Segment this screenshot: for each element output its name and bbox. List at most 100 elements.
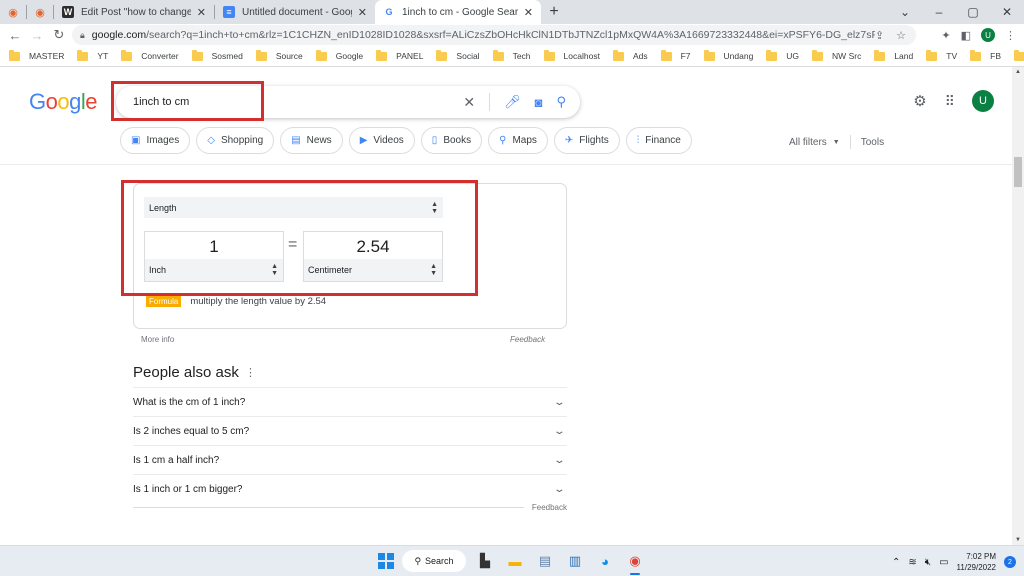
edge-browser-icon[interactable]: ◕ — [594, 550, 616, 572]
search-icon[interactable]: ⚲ — [556, 94, 566, 110]
bookmark-item[interactable]: Undang — [703, 49, 753, 61]
speaker-muted-icon[interactable]: 🔇︎ — [925, 557, 931, 568]
gear-icon[interactable]: ⚙ — [913, 92, 926, 110]
url-text[interactable]: google.com/search?q=1inch+to+cm&rlz=1C1C… — [92, 29, 875, 41]
tab-google-docs[interactable]: ≡ Untitled document - Google Doc ✕ — [215, 0, 375, 24]
chip-maps[interactable]: ⚲ Maps — [488, 127, 548, 154]
tools-button[interactable]: Tools — [861, 137, 884, 148]
bookmark-item[interactable]: Land — [874, 49, 913, 61]
bookmark-item[interactable]: Google — [315, 49, 364, 61]
extensions-puzzle-icon[interactable]: ✦ — [941, 29, 950, 42]
chip-finance[interactable]: ⫶ Finance — [625, 127, 692, 154]
more-options-icon[interactable]: ⋮ — [245, 366, 256, 379]
formula-row: Formula multiply the length value by 2.5… — [146, 296, 326, 307]
bookmark-item[interactable]: PANEL — [376, 49, 423, 61]
bookmark-label: Ads — [632, 51, 648, 61]
google-logo[interactable]: Google — [29, 89, 98, 115]
address-bar[interactable]: 🔒︎ google.com/search?q=1inch+to+cm&rlz=1… — [72, 25, 916, 45]
paa-question[interactable]: What is the cm of 1 inch? ⌄ — [133, 387, 567, 416]
chip-videos[interactable]: ▶ Videos — [348, 127, 415, 154]
taskbar-search-button[interactable]: ⚲ Search — [402, 550, 466, 572]
forward-arrow-icon[interactable]: → — [26, 28, 48, 43]
tab-edit-post[interactable]: W Edit Post "how to change margi ✕ — [54, 0, 214, 24]
all-filters-button[interactable]: All filters — [789, 137, 827, 148]
minimize-button[interactable]: – — [922, 0, 956, 24]
close-window-button[interactable]: ✕ — [990, 0, 1024, 24]
folder-icon — [492, 49, 504, 61]
clear-search-icon[interactable]: ✕ — [463, 94, 475, 111]
tab-google-search[interactable]: G 1inch to cm - Google Search ✕ — [375, 0, 541, 24]
bookmark-item[interactable]: Tech — [492, 49, 531, 61]
more-info-link[interactable]: More info — [141, 335, 174, 344]
paa-question[interactable]: Is 1 inch or 1 cm bigger? ⌄ — [133, 474, 567, 503]
bookmark-item[interactable]: Gov — [1014, 49, 1024, 61]
bookmark-item[interactable]: MASTER — [9, 49, 64, 61]
converter-feedback-link[interactable]: Feedback — [510, 335, 545, 344]
people-also-ask-list: What is the cm of 1 inch? ⌄ Is 2 inches eq… — [133, 387, 567, 503]
lens-camera-icon[interactable]: ◙ — [535, 95, 543, 110]
paa-question[interactable]: Is 1 cm a half inch? ⌄ — [133, 445, 567, 474]
paa-feedback-link[interactable]: Feedback — [532, 503, 567, 512]
clock[interactable]: 7:02 PM 11/29/2022 — [957, 551, 996, 573]
scroll-up-arrow-icon[interactable]: ▲ — [1015, 69, 1021, 75]
battery-icon[interactable]: ▭ — [939, 557, 948, 568]
header-divider — [0, 164, 1012, 165]
microphone-icon[interactable]: 🎤︎ — [504, 94, 521, 110]
page-scrollbar[interactable]: ▲ ▼ — [1012, 67, 1024, 545]
back-arrow-icon[interactable]: ← — [4, 28, 26, 43]
paa-question[interactable]: Is 2 inches equal to 5 cm? ⌄ — [133, 416, 567, 445]
folder-icon — [255, 49, 267, 61]
task-view-icon[interactable]: ▙ — [474, 550, 496, 572]
pinned-tab-2[interactable]: ◉ — [27, 0, 53, 24]
notification-badge[interactable]: 2 — [1004, 556, 1016, 568]
bookmark-item[interactable]: Sosmed — [191, 49, 243, 61]
formula-badge: Formula — [146, 296, 182, 307]
bookmark-item[interactable]: NW Src — [812, 49, 862, 61]
bookmark-item[interactable]: F7 — [660, 49, 691, 61]
new-tab-button[interactable]: + — [541, 0, 567, 24]
logo-letter: e — [85, 89, 98, 114]
show-hidden-icons-chevron-icon[interactable]: ⌃ — [892, 557, 900, 568]
close-tab-icon[interactable]: ✕ — [358, 6, 367, 19]
chip-flights[interactable]: ✈ Flights — [553, 127, 620, 154]
document-app-icon[interactable]: ▥ — [564, 550, 586, 572]
chip-label: Flights — [579, 135, 609, 146]
share-icon[interactable]: ⇪ — [875, 29, 884, 42]
profile-avatar[interactable]: U — [981, 28, 995, 42]
notepad-icon[interactable]: ▤ — [534, 550, 556, 572]
wifi-icon[interactable]: ≋ — [908, 557, 916, 568]
bookmark-item[interactable]: Localhost — [543, 49, 600, 61]
apps-grid-icon[interactable]: ⠿ — [945, 93, 955, 110]
bookmark-item[interactable]: UG — [766, 49, 799, 61]
file-explorer-icon[interactable]: ▬ — [504, 550, 526, 572]
reload-icon[interactable]: ↻ — [48, 27, 70, 43]
scrollbar-thumb[interactable] — [1014, 157, 1022, 187]
chip-images[interactable]: ▣ Images — [120, 127, 191, 154]
bookmark-item[interactable]: Source — [255, 49, 303, 61]
bookmark-item[interactable]: TV — [926, 49, 957, 61]
bookmark-item[interactable]: Converter — [121, 49, 179, 61]
bookmark-label: Google — [335, 51, 364, 61]
account-avatar[interactable]: U — [972, 90, 994, 112]
bookmark-star-icon[interactable]: ☆ — [896, 29, 906, 42]
bookmark-item[interactable]: YT — [77, 49, 108, 61]
wordpress-icon: W — [62, 6, 74, 18]
bookmark-label: NW Src — [832, 51, 862, 61]
pinned-tab-1[interactable]: ◉ — [0, 0, 26, 24]
chip-books[interactable]: ▯ Books — [420, 127, 483, 154]
side-panel-icon[interactable]: ◧ — [961, 29, 971, 42]
bookmark-item[interactable]: Ads — [612, 49, 648, 61]
bookmark-item[interactable]: Social — [436, 49, 480, 61]
browser-menu-icon[interactable]: ⋮ — [1005, 29, 1016, 42]
close-tab-icon[interactable]: ✕ — [197, 6, 206, 19]
tab-search-chevron-icon[interactable]: ⌄ — [888, 0, 922, 24]
maximize-button[interactable]: ▢ — [956, 0, 990, 24]
screen: ◉ ◉ W Edit Post "how to change margi ✕ ≡… — [0, 0, 1024, 576]
chip-shopping[interactable]: ◇ Shopping — [196, 127, 275, 154]
bookmark-item[interactable]: FB — [970, 49, 1001, 61]
windows-start-icon[interactable] — [378, 553, 394, 569]
chrome-browser-icon[interactable]: ◉ — [624, 550, 646, 575]
chip-news[interactable]: ▤ News — [280, 127, 343, 154]
close-tab-icon[interactable]: ✕ — [524, 6, 533, 19]
scroll-down-arrow-icon[interactable]: ▼ — [1015, 537, 1021, 543]
